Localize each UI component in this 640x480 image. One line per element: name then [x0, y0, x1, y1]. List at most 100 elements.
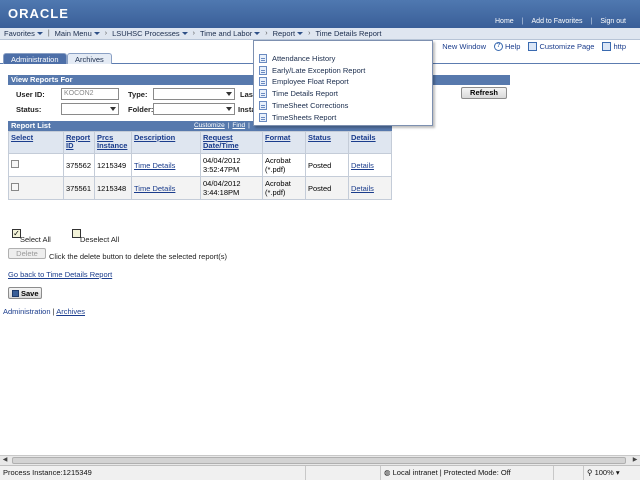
menu-item-timesheet-corrections[interactable]: TimeSheet Corrections — [259, 100, 348, 111]
save-button[interactable]: Save — [8, 287, 42, 299]
menu-item-time-details-report[interactable]: Time Details Report — [259, 88, 338, 99]
caret-down-icon — [297, 32, 304, 35]
page-icon — [305, 466, 320, 480]
caret-down-icon — [36, 32, 43, 35]
scrollbar-thumb[interactable] — [12, 457, 626, 464]
status-select[interactable] — [61, 103, 119, 115]
report-list-table: Select Report ID Prcs Instance Descripti… — [8, 131, 392, 200]
scroll-left-icon[interactable]: ◀ — [0, 456, 10, 465]
status-label: Status: — [16, 105, 42, 114]
user-id-input[interactable]: KOCON2 — [61, 88, 119, 100]
separator: | — [227, 122, 230, 129]
nav-time-and-labor[interactable]: Time and Labor — [196, 29, 264, 38]
type-select[interactable] — [153, 88, 235, 100]
sign-out-link[interactable]: Sign out — [592, 18, 634, 25]
caret-down-icon — [254, 32, 261, 35]
menu-item-early-late-exception-report[interactable]: Early/Late Exception Report — [259, 65, 365, 76]
details-cell: Details — [348, 153, 392, 177]
caret-down-icon — [181, 32, 188, 35]
tab-archives[interactable]: Archives — [67, 53, 112, 64]
details-cell: Details — [348, 176, 392, 200]
menu-item-attendance-history[interactable]: Attendance History — [259, 53, 335, 64]
description-link[interactable]: Time Details — [134, 184, 175, 193]
col-details[interactable]: Details — [348, 131, 392, 154]
col-description[interactable]: Description — [131, 131, 201, 154]
user-id-label: User ID: — [16, 90, 45, 99]
find-link[interactable]: Find — [232, 122, 245, 129]
folder-label: Folder: — [128, 105, 154, 114]
footer-administration-link[interactable]: Administration — [3, 307, 51, 316]
col-prcs-instance[interactable]: Prcs Instance — [94, 131, 132, 154]
document-icon — [259, 89, 267, 98]
col-status[interactable]: Status — [305, 131, 349, 154]
select-cell — [8, 176, 64, 200]
save-icon — [12, 289, 19, 297]
document-icon — [259, 113, 267, 122]
delete-button[interactable]: Delete — [8, 248, 46, 259]
nav-main-menu[interactable]: Main Menu — [51, 29, 104, 38]
nav-favorites[interactable]: Favorites — [0, 29, 47, 38]
nav-report[interactable]: Report — [269, 29, 308, 38]
page-utility-links: New Window ? Help Customize Page http — [442, 42, 626, 51]
details-link[interactable]: Details — [351, 161, 374, 170]
customize-link[interactable]: Customize — [194, 122, 225, 129]
col-request-datetime[interactable]: Request Date/Time — [200, 131, 263, 154]
caret-down-icon — [93, 32, 100, 35]
oracle-header: ORACLE Home | Add to Favorites | Sign ou… — [0, 0, 640, 28]
menu-item-timesheets-report[interactable]: TimeSheets Report — [259, 112, 336, 123]
menu-item-employee-float-report[interactable]: Employee Float Report — [259, 76, 349, 87]
delete-hint: Click the delete button to delete the se… — [49, 252, 228, 261]
document-icon — [259, 54, 267, 63]
document-icon — [259, 77, 267, 86]
description-cell: Time Details — [131, 153, 201, 177]
home-link[interactable]: Home — [487, 18, 522, 25]
horizontal-scrollbar[interactable]: ◀ ▶ — [0, 455, 640, 465]
col-select[interactable]: Select — [8, 131, 64, 154]
separator: | — [248, 122, 250, 129]
col-format[interactable]: Format — [262, 131, 306, 154]
select-all-label[interactable]: Select All — [20, 235, 51, 244]
scroll-right-icon[interactable]: ▶ — [630, 456, 640, 465]
details-link[interactable]: Details — [351, 184, 374, 193]
process-instance-status: Process Instance:1215349 — [3, 468, 92, 477]
format-cell: Acrobat (*.pdf) — [262, 153, 306, 177]
format-cell: Acrobat (*.pdf) — [262, 176, 306, 200]
row-checkbox[interactable] — [11, 160, 19, 168]
nav-lsuhsc-processes[interactable]: LSUHSC Processes — [108, 29, 192, 38]
http-link[interactable]: http — [602, 42, 626, 51]
status-cell: Posted — [305, 153, 349, 177]
folder-select[interactable] — [153, 103, 235, 115]
zoom-icon: ⚲ — [587, 468, 595, 477]
refresh-button[interactable]: Refresh — [461, 87, 507, 99]
add-to-favorites-link[interactable]: Add to Favorites — [524, 18, 591, 25]
new-window-link[interactable]: New Window — [442, 42, 486, 51]
instance-cell: 1215349 — [94, 153, 132, 177]
datetime-cell: 04/04/2012 3:52:47PM — [200, 153, 263, 177]
link-icon — [602, 42, 612, 51]
document-icon — [259, 66, 267, 75]
status-cell: Posted — [305, 176, 349, 200]
row-checkbox[interactable] — [11, 183, 19, 191]
datetime-cell: 04/04/2012 3:44:18PM — [200, 176, 263, 200]
table-header-row: Select Report ID Prcs Instance Descripti… — [8, 131, 392, 154]
go-back-link[interactable]: Go back to Time Details Report — [8, 270, 112, 279]
dropdown-arrow-icon — [226, 107, 232, 111]
last-label: Las — [240, 90, 253, 99]
dropdown-arrow-icon — [110, 107, 116, 111]
help-link[interactable]: ? Help — [494, 42, 520, 51]
globe-icon: ◍ — [384, 468, 393, 477]
chevron-down-icon: ▾ — [613, 468, 620, 477]
header-links: Home | Add to Favorites | Sign out — [487, 18, 634, 25]
customize-icon — [528, 42, 538, 51]
document-icon — [259, 101, 267, 110]
customize-page-link[interactable]: Customize Page — [528, 42, 594, 51]
deselect-all-label[interactable]: Deselect All — [80, 235, 119, 244]
type-label: Type: — [128, 90, 148, 99]
tab-administration[interactable]: Administration — [3, 53, 67, 64]
nav-time-details-report[interactable]: Time Details Report — [311, 29, 385, 38]
security-zone[interactable]: ◍ Local intranet | Protected Mode: Off — [380, 466, 511, 480]
zoom-level[interactable]: ⚲ 100% ▾ — [583, 466, 620, 480]
col-report-id[interactable]: Report ID — [63, 131, 95, 154]
description-link[interactable]: Time Details — [134, 161, 175, 170]
footer-archives-link[interactable]: Archives — [56, 307, 85, 316]
